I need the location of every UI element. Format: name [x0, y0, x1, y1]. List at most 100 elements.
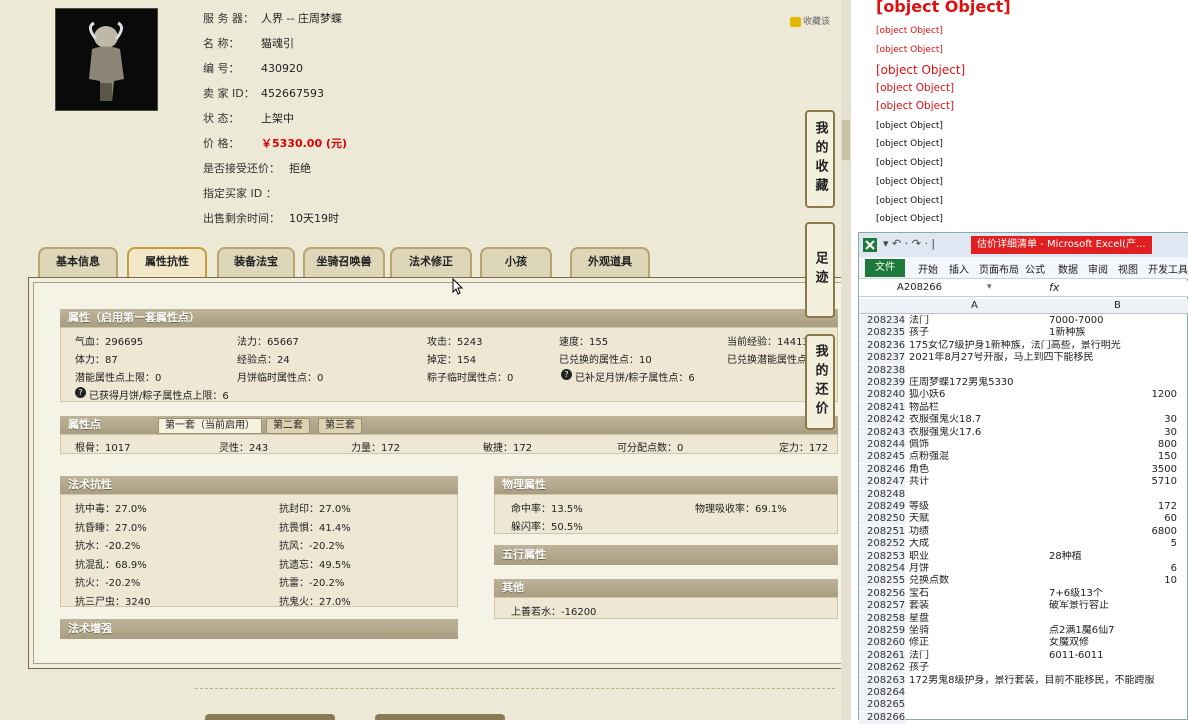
cell-b[interactable]: 破军景行容止	[1049, 600, 1187, 612]
ribbon-tab[interactable]: 开始	[918, 261, 938, 276]
row-number[interactable]: 208260	[859, 637, 905, 650]
ribbon-tab[interactable]: 公式	[1025, 261, 1045, 276]
cell-a[interactable]: 孩子	[909, 662, 1049, 674]
row-number[interactable]: 208249	[859, 501, 905, 513]
bottom-button-2[interactable]	[375, 714, 505, 720]
cell-a[interactable]: 共计	[909, 476, 1049, 488]
tab-6[interactable]: 外观道具	[570, 247, 650, 277]
row-number[interactable]: 208261	[859, 649, 905, 662]
cell-b[interactable]: 6800	[1049, 526, 1187, 538]
cell-a[interactable]: 星盘	[909, 613, 1049, 625]
cell-b[interactable]: 30	[1049, 427, 1187, 439]
cell-a[interactable]: 狐小妖6	[909, 389, 1049, 401]
points-subtab-2[interactable]: 第三套	[318, 418, 362, 434]
row-number[interactable]: 208244	[859, 439, 905, 451]
cell-a[interactable]: 法门	[909, 650, 1049, 662]
points-subtab-0[interactable]: 第一套（当前启用）	[158, 418, 262, 434]
ribbon-tab[interactable]: 审阅	[1088, 261, 1108, 276]
row-number[interactable]: 208258	[859, 612, 905, 625]
file-tab[interactable]: 文件	[865, 259, 905, 277]
cell-a[interactable]: 功绩	[909, 526, 1049, 538]
name-box-dropdown-icon[interactable]: ▾	[987, 282, 992, 292]
row-number[interactable]: 208248	[859, 488, 905, 501]
row-number[interactable]: 208241	[859, 401, 905, 414]
row-number[interactable]: 208263	[859, 674, 905, 687]
row-number[interactable]: 208255	[859, 575, 905, 588]
cell-b[interactable]: 150	[1049, 451, 1187, 463]
wuxing-title[interactable]: 五行属性	[494, 545, 838, 565]
tab-4[interactable]: 法术修正	[390, 247, 472, 277]
row-number[interactable]: 208250	[859, 513, 905, 526]
cell-a[interactable]: 角色	[909, 464, 1049, 476]
tab-2[interactable]: 装备法宝	[217, 247, 295, 277]
row-number[interactable]: 208254	[859, 563, 905, 575]
cell-b[interactable]: 6	[1049, 563, 1187, 575]
cell-b[interactable]: 60	[1049, 513, 1187, 525]
ribbon-tab[interactable]: 视图	[1118, 261, 1138, 276]
row-number[interactable]: 208264	[859, 687, 905, 699]
cell-a[interactable]: 佩饰	[909, 439, 1049, 451]
cell-a[interactable]: 月饼	[909, 563, 1049, 575]
cell-a[interactable]: 大成	[909, 538, 1049, 550]
tab-3[interactable]: 坐骑召唤兽	[303, 247, 385, 277]
cell-b[interactable]: 172	[1049, 501, 1187, 513]
row-number[interactable]: 208256	[859, 587, 905, 600]
side-button-2[interactable]: 我的还价	[805, 334, 835, 430]
cell-b[interactable]: 7+6级13个	[1049, 588, 1187, 600]
cell-a[interactable]: 物品栏	[909, 402, 1049, 414]
row-number[interactable]: 208238	[859, 364, 905, 377]
cell-b[interactable]: 28种植	[1049, 551, 1187, 563]
fx-icon[interactable]: fx	[1049, 281, 1059, 294]
favorite-link[interactable]: 收藏该	[790, 14, 830, 27]
row-number[interactable]: 208247	[859, 476, 905, 489]
tab-1[interactable]: 属性抗性	[127, 247, 207, 277]
cell-a[interactable]: 孩子	[909, 327, 1049, 339]
row-number[interactable]: 208253	[859, 550, 905, 563]
row-number[interactable]: 208236	[859, 339, 905, 352]
row-number[interactable]: 208246	[859, 463, 905, 476]
row-number[interactable]: 208242	[859, 414, 905, 427]
cell-a[interactable]: 点粉强混	[909, 451, 1049, 463]
cell-a[interactable]: 坐骑	[909, 625, 1049, 637]
col-b-header[interactable]: B	[1114, 300, 1121, 311]
name-box[interactable]: A208266	[897, 282, 942, 293]
scrollbar-thumb[interactable]	[842, 120, 850, 160]
tab-0[interactable]: 基本信息	[38, 247, 118, 277]
cell-b[interactable]: 3500	[1049, 464, 1187, 476]
row-number[interactable]: 208234	[859, 315, 905, 327]
row-number[interactable]: 208265	[859, 699, 905, 712]
cell-a[interactable]: 宝石	[909, 588, 1049, 600]
cell-a[interactable]: 172男鬼8级护身，景行套装，目前不能移民，不能跨服	[909, 675, 1187, 687]
row-number[interactable]: 208252	[859, 538, 905, 551]
row-number[interactable]: 208259	[859, 625, 905, 637]
help-icon[interactable]: ?	[75, 387, 86, 398]
cell-b[interactable]: 6011-6011	[1049, 650, 1187, 662]
cell-b[interactable]: 1新种族	[1049, 327, 1187, 339]
cell-a[interactable]: 等级	[909, 501, 1049, 513]
row-number[interactable]: 208243	[859, 426, 905, 439]
ribbon-tab[interactable]: 开发工具	[1148, 261, 1188, 276]
cell-b[interactable]: 1200	[1049, 389, 1187, 401]
row-number[interactable]: 208240	[859, 389, 905, 402]
cell-b[interactable]: 800	[1049, 439, 1187, 451]
cell-b[interactable]: 点2满1魔6仙7	[1049, 625, 1187, 637]
row-number[interactable]: 208257	[859, 600, 905, 613]
cell-a[interactable]: 兑换点数	[909, 575, 1049, 587]
cell-a[interactable]: 衣服强鬼火17.6	[909, 427, 1049, 439]
quick-access-icons[interactable]: ▾ ↶ · ↷ · |	[883, 237, 935, 250]
excel-window[interactable]: ▾ ↶ · ↷ · | 估价详细清单 - Microsoft Excel(产..…	[858, 232, 1188, 724]
ribbon-tab[interactable]: 页面布局	[979, 261, 1019, 276]
side-button-1[interactable]: 足迹	[805, 222, 835, 318]
cell-a[interactable]: 衣服强鬼火18.7	[909, 414, 1049, 426]
ribbon-tab[interactable]: 数据	[1058, 261, 1078, 276]
cell-b[interactable]: 女魔双修	[1049, 637, 1187, 649]
tab-5[interactable]: 小孩	[480, 247, 552, 277]
cell-a[interactable]: 套装	[909, 600, 1049, 612]
cell-a[interactable]: 2021年8月27号开服，马上到四下能移民	[909, 352, 1187, 364]
bottom-button-1[interactable]	[205, 714, 335, 720]
vertical-scrollbar[interactable]	[841, 0, 851, 720]
cell-b[interactable]: 7000-7000	[1049, 315, 1187, 327]
row-number[interactable]: 208235	[859, 327, 905, 340]
cell-b[interactable]: 5	[1049, 538, 1187, 550]
cell-a[interactable]: 修正	[909, 637, 1049, 649]
